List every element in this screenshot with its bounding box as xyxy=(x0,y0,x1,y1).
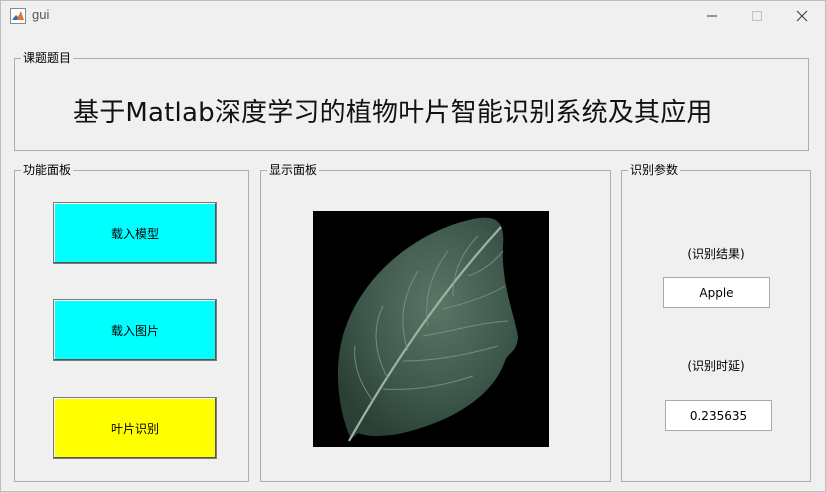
image-display xyxy=(313,211,549,447)
minimize-button[interactable] xyxy=(689,1,735,31)
function-panel: 功能面板 载入模型 载入图片 叶片识别 xyxy=(14,163,249,482)
maximize-icon xyxy=(752,11,762,21)
topic-panel-title: 课题题目 xyxy=(21,51,74,65)
display-panel: 显示面板 xyxy=(260,163,611,482)
load-model-button[interactable]: 载入模型 xyxy=(53,202,217,264)
leaf-image xyxy=(337,217,518,442)
leaf-recognize-button[interactable]: 叶片识别 xyxy=(53,397,217,459)
topic-panel: 课题题目 基于Matlab深度学习的植物叶片智能识别系统及其应用 xyxy=(14,51,809,151)
latency-label: (识别时延) xyxy=(687,359,745,373)
load-image-button[interactable]: 载入图片 xyxy=(53,299,217,361)
maximize-button[interactable] xyxy=(734,1,780,31)
window-title: gui xyxy=(32,7,50,22)
result-label: (识别结果) xyxy=(687,247,745,261)
latency-field[interactable]: 0.235635 xyxy=(665,400,772,431)
app-window: gui 课题题目 基于Matlab深度学习的植物叶片智能识别系统及其应用 功能面… xyxy=(0,0,826,492)
display-panel-title: 显示面板 xyxy=(267,163,320,177)
minimize-icon xyxy=(707,15,717,17)
function-panel-title: 功能面板 xyxy=(21,163,74,177)
params-panel: 识别参数 (识别结果) Apple (识别时延) 0.235635 xyxy=(621,163,811,482)
result-field[interactable]: Apple xyxy=(663,277,770,308)
matlab-icon xyxy=(10,8,26,24)
close-button[interactable] xyxy=(779,1,825,31)
close-icon xyxy=(796,10,808,22)
project-heading: 基于Matlab深度学习的植物叶片智能识别系统及其应用 xyxy=(73,98,713,128)
title-bar: gui xyxy=(1,1,825,31)
params-panel-title: 识别参数 xyxy=(628,163,681,177)
